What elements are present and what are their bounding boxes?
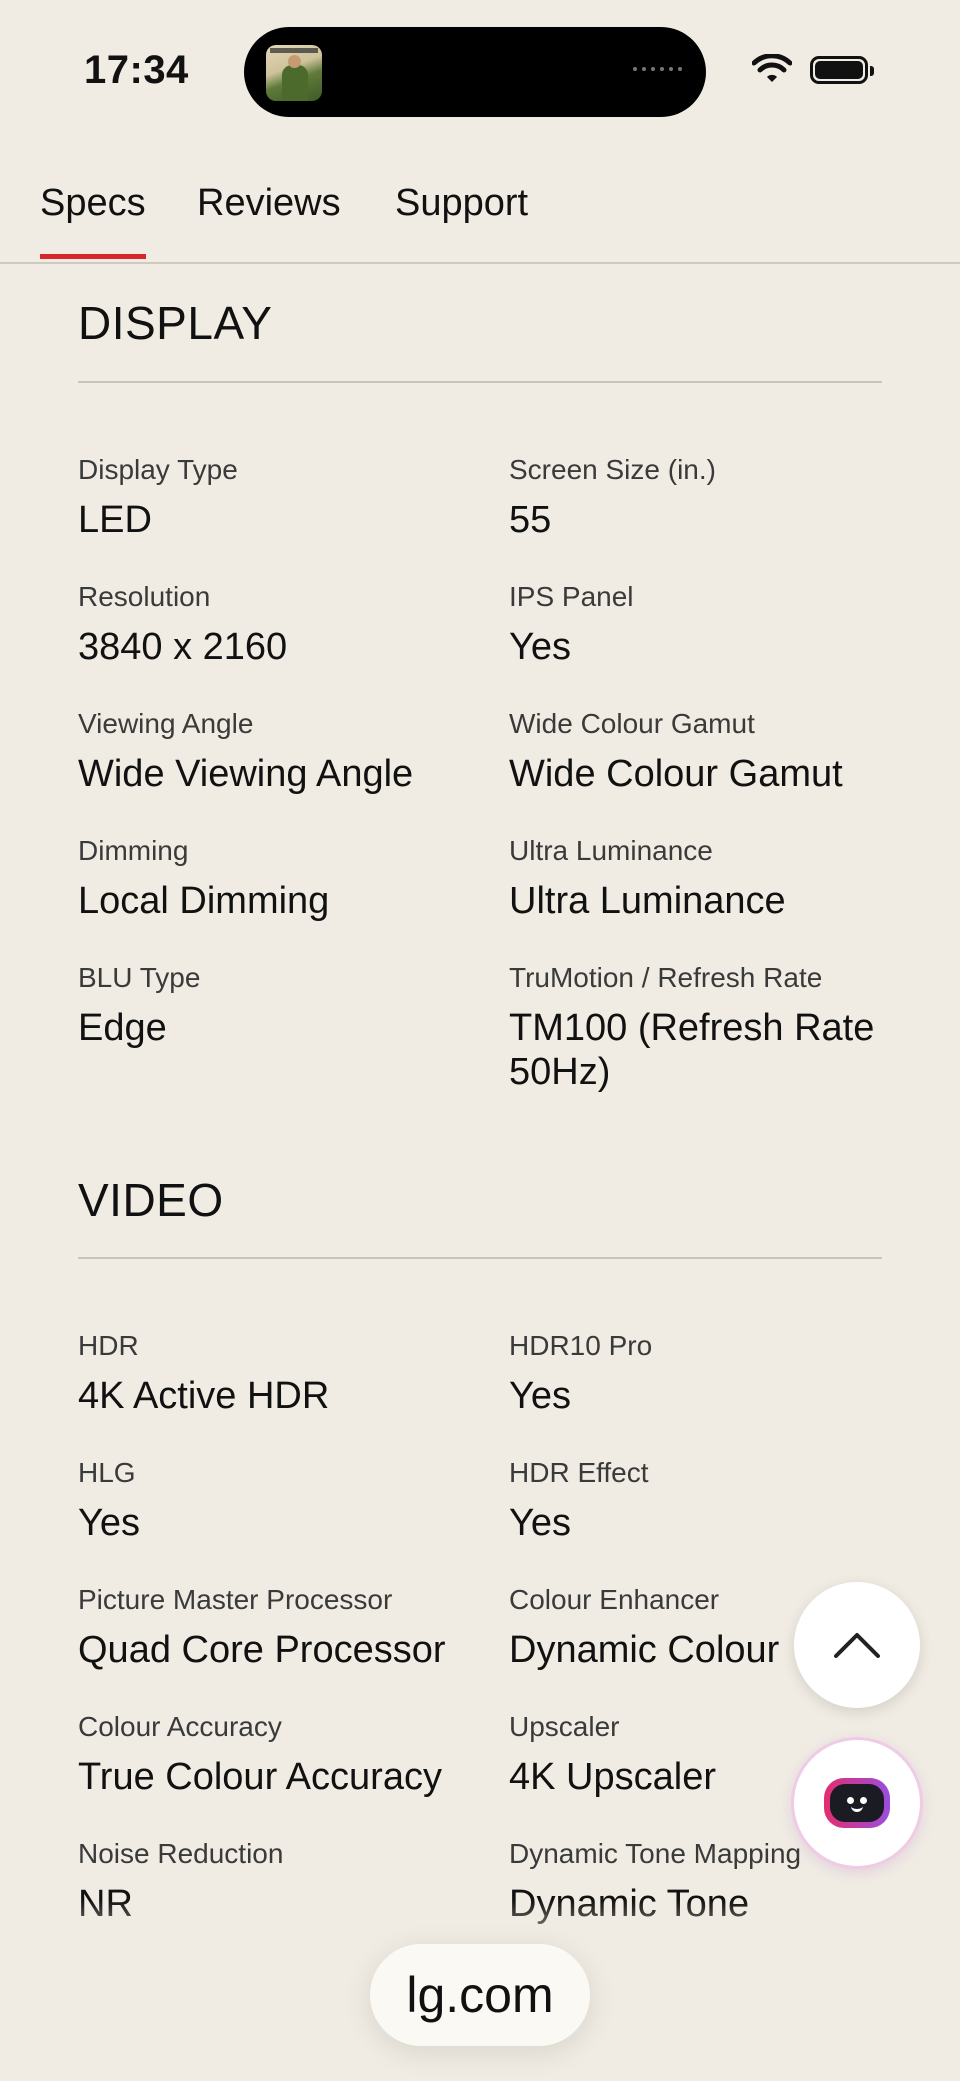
spec-item: HDR10 Pro Yes [509,1328,899,1418]
spec-value: Edge [78,1007,167,1049]
spec-label: Colour Accuracy [78,1711,282,1742]
spec-label: Wide Colour Gamut [509,708,755,739]
spec-value: LED [78,499,152,541]
spec-label: IPS Panel [509,581,634,612]
status-bar: 17:34 [0,0,960,140]
spec-item: Colour Accuracy True Colour Accuracy [78,1709,468,1799]
spec-value: Wide Colour Gamut [509,753,843,795]
audio-waveform-icon [633,67,682,71]
spec-label: HDR10 Pro [509,1330,653,1361]
section-title-video: VIDEO [78,1174,224,1226]
spec-item: Screen Size (in.) 55 [509,452,899,542]
section-divider [78,381,882,383]
spec-item: Viewing Angle Wide Viewing Angle [78,706,468,796]
spec-item: Ultra Luminance Ultra Luminance [509,833,899,923]
spec-item: Wide Colour Gamut Wide Colour Gamut [509,706,899,796]
spec-label: Display Type [78,454,238,485]
chatbot-button[interactable] [794,1740,920,1866]
tab-bar: Specs Reviews Support [0,150,960,264]
spec-label: Noise Reduction [78,1838,284,1869]
spec-item: IPS Panel Yes [509,579,899,669]
tab-specs[interactable]: Specs [40,182,146,259]
robot-icon [824,1778,890,1828]
status-time: 17:34 [84,48,189,92]
spec-label: HLG [78,1457,136,1488]
spec-item: Resolution 3840 x 2160 [78,579,468,669]
spec-label: Screen Size (in.) [509,454,716,485]
wifi-icon [752,54,792,82]
spec-value: Yes [509,626,571,668]
section-title-display: DISPLAY [78,297,273,349]
spec-label: HDR Effect [509,1457,649,1488]
tab-support[interactable]: Support [395,182,528,225]
spec-item: TruMotion / Refresh Rate TM100 (Refresh … [509,960,899,1094]
spec-item: Display Type LED [78,452,468,542]
dynamic-island[interactable] [244,27,706,117]
spec-item: BLU Type Edge [78,960,468,1050]
spec-label: HDR [78,1330,139,1361]
spec-label: Viewing Angle [78,708,254,739]
spec-value: Local Dimming [78,880,330,922]
spec-value: Quad Core Processor [78,1629,446,1671]
spec-value: 3840 x 2160 [78,626,288,668]
tab-reviews[interactable]: Reviews [197,182,341,225]
section-divider [78,1257,882,1259]
spec-label: BLU Type [78,962,201,993]
spec-label: Picture Master Processor [78,1584,393,1615]
spec-value: Wide Viewing Angle [78,753,414,795]
spec-value: Yes [509,1502,571,1544]
spec-value: Yes [509,1375,571,1417]
spec-item: Dimming Local Dimming [78,833,468,923]
spec-value: Yes [78,1502,140,1544]
spec-item: HDR 4K Active HDR [78,1328,468,1418]
spec-label: Resolution [78,581,211,612]
spec-label: Ultra Luminance [509,835,713,866]
spec-label: TruMotion / Refresh Rate [509,962,823,993]
spec-value: True Colour Accuracy [78,1756,442,1798]
chevron-up-icon [834,1633,880,1658]
spec-value: Ultra Luminance [509,880,786,922]
spec-value: TM100 (Refresh Rate 50Hz) [509,1007,875,1093]
spec-item: HLG Yes [78,1455,468,1545]
spec-value: 4K Active HDR [78,1375,330,1417]
battery-icon [810,56,874,84]
page: 17:34 Specs Reviews Support DISPLAY Disp… [0,0,960,2081]
album-art-thumbnail [266,45,322,101]
spec-item: HDR Effect Yes [509,1455,899,1545]
url-bar[interactable]: lg.com [370,1944,590,2046]
scroll-to-top-button[interactable] [794,1582,920,1708]
spec-value: 55 [509,499,552,541]
spec-item: Picture Master Processor Quad Core Proce… [78,1582,468,1672]
spec-label: Dimming [78,835,189,866]
spec-label: Upscaler [509,1711,620,1742]
